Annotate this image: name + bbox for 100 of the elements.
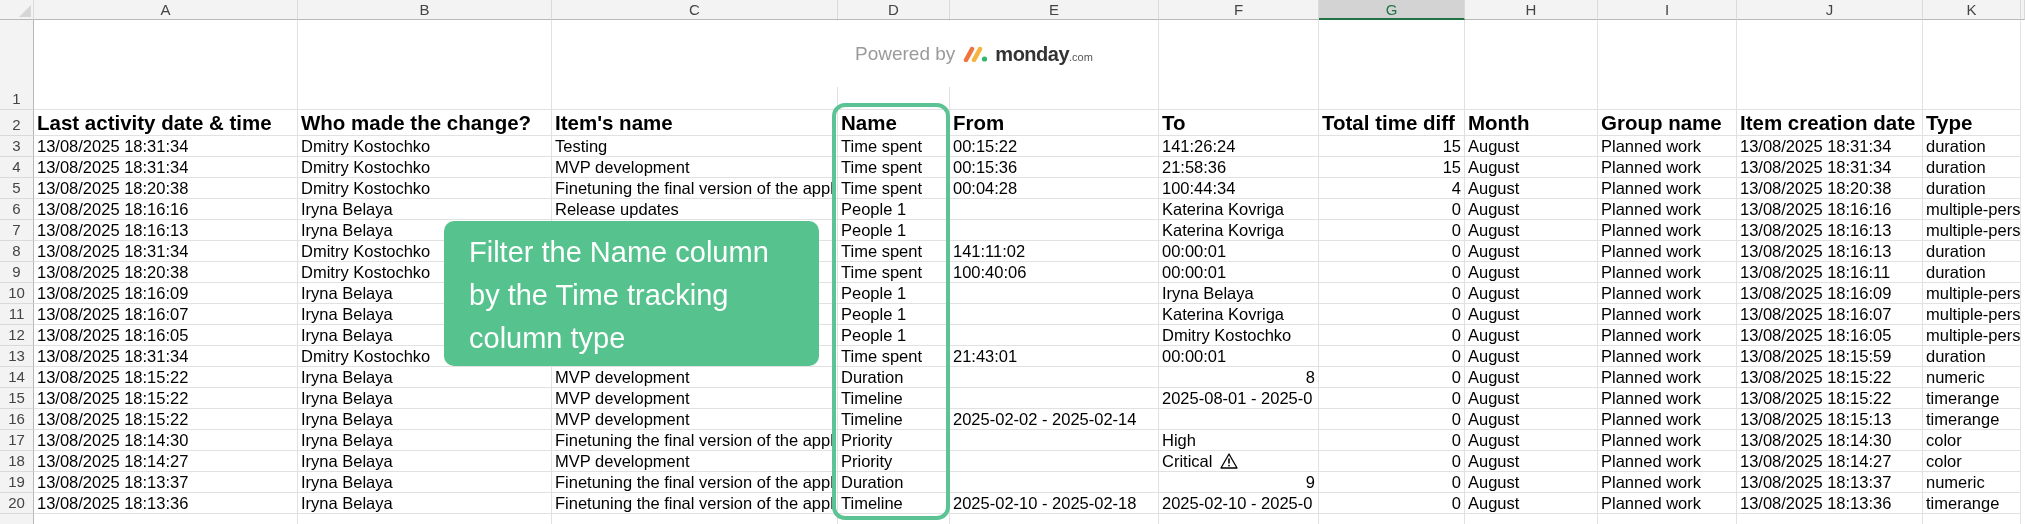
column-letter[interactable]: D xyxy=(838,0,950,20)
table-cell: Planned work xyxy=(1598,262,1737,283)
column-letter[interactable]: C xyxy=(552,0,838,20)
row-number[interactable]: 18 xyxy=(0,451,34,472)
table-cell: MVP development xyxy=(552,409,838,430)
table-cell: 0 xyxy=(1319,283,1465,304)
table-cell: 0 xyxy=(1319,304,1465,325)
table-cell: Timeline xyxy=(838,388,950,409)
table-cell: 13/08/2025 18:15:59 xyxy=(1737,346,1923,367)
table-cell: August xyxy=(1465,388,1598,409)
table-cell: Time spent xyxy=(838,178,950,199)
column-letter[interactable]: A xyxy=(34,0,298,20)
table-cell: Priority xyxy=(838,430,950,451)
table-cell: 13/08/2025 18:13:36 xyxy=(1737,493,1923,514)
row-number[interactable]: 1 xyxy=(0,20,34,110)
table-cell: August xyxy=(1465,451,1598,472)
table-cell: 21:43:01 xyxy=(950,346,1159,367)
table-cell: Iryna Belaya xyxy=(298,199,552,220)
table-cell: 00:04:28 xyxy=(950,178,1159,199)
callout: Filter the Name column by the Time tracking column type xyxy=(444,221,819,366)
column-letter[interactable]: G xyxy=(1319,0,1465,20)
table-cell: Planned work xyxy=(1598,199,1737,220)
row-number[interactable]: 19 xyxy=(0,472,34,493)
row-number[interactable]: 5 xyxy=(0,178,34,199)
table-cell: 0 xyxy=(1319,241,1465,262)
table-cell: 13/08/2025 18:16:13 xyxy=(1737,220,1923,241)
table-cell: 13/08/2025 18:13:37 xyxy=(1737,472,1923,493)
table-cell: timerange xyxy=(1923,409,2021,430)
row-number[interactable]: 16 xyxy=(0,409,34,430)
table-cell: Release updates xyxy=(552,199,838,220)
row-number[interactable]: 10 xyxy=(0,283,34,304)
table-cell: 00:15:36 xyxy=(950,157,1159,178)
column-header: Total time diff xyxy=(1319,110,1465,136)
column-letter[interactable]: I xyxy=(1598,0,1737,20)
row-number[interactable]: 4 xyxy=(0,157,34,178)
table-cell: 141:11:02 xyxy=(950,241,1159,262)
table-cell: multiple-pers xyxy=(1923,325,2021,346)
table-cell: 00:00:01 xyxy=(1159,262,1319,283)
table-cell: 0 xyxy=(1319,262,1465,283)
table-cell: 4 xyxy=(1319,178,1465,199)
column-letter[interactable]: H xyxy=(1465,0,1598,20)
table-cell: August xyxy=(1465,283,1598,304)
table-cell: 0 xyxy=(1319,388,1465,409)
row-number[interactable]: 2 xyxy=(0,110,34,136)
row-number[interactable]: 6 xyxy=(0,199,34,220)
table-cell: 0 xyxy=(1319,493,1465,514)
row-number[interactable]: 13 xyxy=(0,346,34,367)
powered-by-text: Powered by xyxy=(855,43,956,65)
table-cell: Planned work xyxy=(1598,409,1737,430)
table-cell: 9 xyxy=(1159,472,1319,493)
column-letter[interactable]: E xyxy=(950,0,1159,20)
select-all-icon[interactable] xyxy=(19,5,31,17)
table-cell: 13/08/2025 18:13:36 xyxy=(34,493,298,514)
column-letter[interactable]: F xyxy=(1159,0,1319,20)
row-number[interactable]: 17 xyxy=(0,430,34,451)
table-cell: 13/08/2025 18:15:13 xyxy=(1737,409,1923,430)
row-number[interactable]: 11 xyxy=(0,304,34,325)
column-letter[interactable]: B xyxy=(298,0,552,20)
table-cell: People 1 xyxy=(838,220,950,241)
row-number[interactable]: 8 xyxy=(0,241,34,262)
warning-icon xyxy=(1220,453,1239,469)
table-cell: numeric xyxy=(1923,367,2021,388)
table-cell: 13/08/2025 18:16:05 xyxy=(34,325,298,346)
row-number[interactable]: 7 xyxy=(0,220,34,241)
table-cell: 13/08/2025 18:16:09 xyxy=(34,283,298,304)
table-cell: 13/08/2025 18:16:16 xyxy=(1737,199,1923,220)
table-cell: 00:00:01 xyxy=(1159,241,1319,262)
column-letter[interactable]: J xyxy=(1737,0,1923,20)
table-cell: Duration xyxy=(838,367,950,388)
table-cell: Priority xyxy=(838,451,950,472)
table-cell: Iryna Belaya xyxy=(298,409,552,430)
table-cell: Timeline xyxy=(838,409,950,430)
row-number[interactable]: 12 xyxy=(0,325,34,346)
row-number[interactable]: 3 xyxy=(0,136,34,157)
table-cell: timerange xyxy=(1923,388,2021,409)
table-cell: multiple-pers xyxy=(1923,304,2021,325)
row-number[interactable]: 15 xyxy=(0,388,34,409)
column-header: To xyxy=(1159,110,1319,136)
table-cell: Katerina Kovriga xyxy=(1159,199,1319,220)
table-cell: Katerina Kovriga xyxy=(1159,220,1319,241)
table-cell: 2025-02-10 - 2025-02-18 xyxy=(950,493,1159,514)
table-cell: 13/08/2025 18:16:13 xyxy=(34,220,298,241)
column-header: Last activity date & time xyxy=(34,110,298,136)
column-header: Group name xyxy=(1598,110,1737,136)
column-letter[interactable]: K xyxy=(1923,0,2021,20)
table-cell: 2025-02-10 - 2025-0 xyxy=(1159,493,1319,514)
table-cell: Dmitry Kostochko xyxy=(298,157,552,178)
table-cell: August xyxy=(1465,178,1598,199)
table-cell: multiple-pers xyxy=(1923,283,2021,304)
table-cell: Iryna Belaya xyxy=(298,430,552,451)
table-cell: Testing xyxy=(552,136,838,157)
table-cell: Iryna Belaya xyxy=(298,388,552,409)
table-cell: High xyxy=(1159,430,1319,451)
row-number[interactable]: 14 xyxy=(0,367,34,388)
table-cell: Timeline xyxy=(838,493,950,514)
table-cell: color xyxy=(1923,430,2021,451)
table-cell: Iryna Belaya xyxy=(298,451,552,472)
table-cell: 8 xyxy=(1159,367,1319,388)
row-number[interactable]: 20 xyxy=(0,493,34,514)
row-number[interactable]: 9 xyxy=(0,262,34,283)
